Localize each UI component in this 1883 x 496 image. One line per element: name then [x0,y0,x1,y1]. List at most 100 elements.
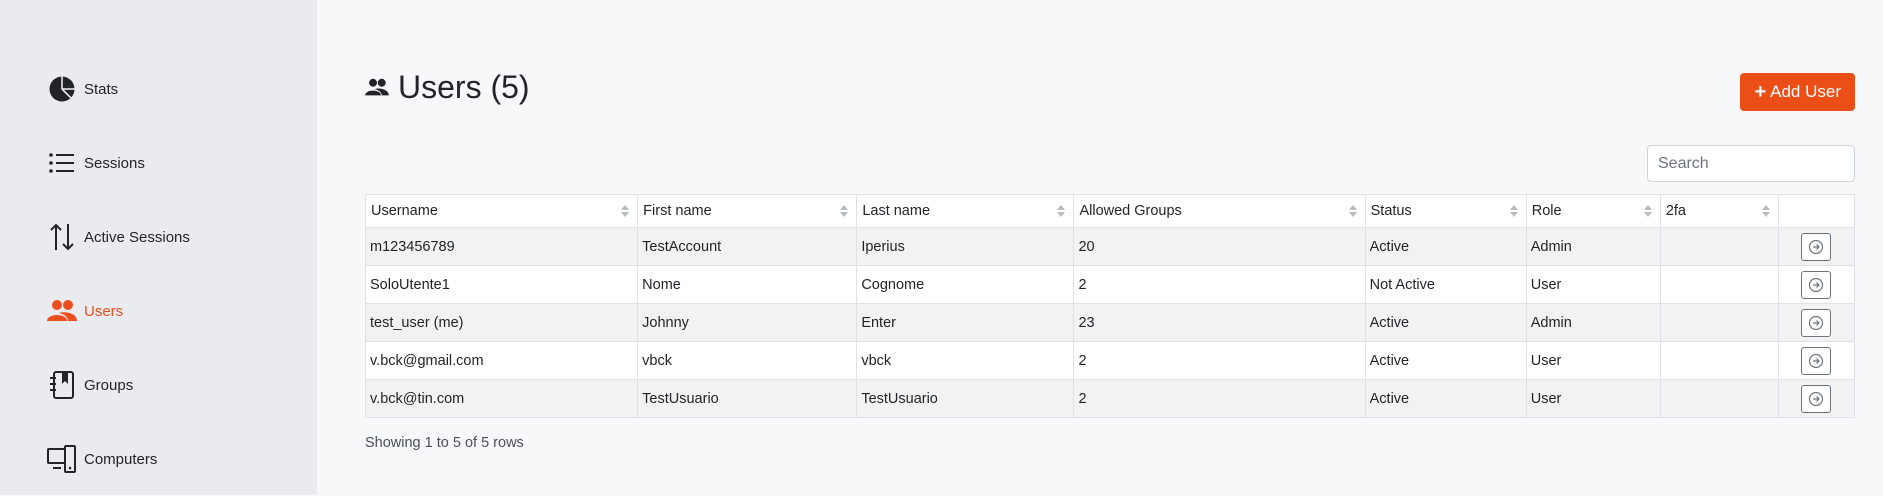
table-cell [1659,227,1779,266]
table-cell: m123456789 [364,227,639,266]
search-input[interactable] [1647,145,1855,182]
row-action-cell [1777,303,1856,342]
arrow-right-circle-icon [1809,391,1824,406]
table-cell: User [1525,341,1661,380]
arrow-right-circle-icon [1809,353,1824,368]
sort-icon [1057,205,1066,217]
table-body: m123456789 TestAccount Iperius 20 Active Admi… [364,227,1856,418]
column-header-label: Username [371,203,438,219]
row-action-cell [1777,265,1856,304]
sidebar-item-label: Stats [84,80,119,98]
add-user-button[interactable]: + Add User [1740,73,1855,111]
table-cell: 2 [1073,341,1366,380]
column-header[interactable]: Status [1364,194,1527,228]
column-header-label: Role [1531,203,1562,219]
table-cell [1659,265,1779,304]
table-cell: User [1525,265,1661,304]
sidebar-item-label: Sessions [84,154,145,172]
table-cell: Active [1364,379,1527,418]
table-cell: 23 [1073,303,1366,342]
table-cell: test_user (me) [364,303,639,342]
table-cell [1659,341,1779,380]
table-cell: Admin [1525,227,1661,266]
column-header [1777,194,1856,228]
table-cell: 20 [1073,227,1366,266]
column-header[interactable]: First name [637,194,858,228]
main-content: Users (5) + Add User Username First name L… [317,0,1883,495]
sort-icon [621,205,630,217]
sort-icon [1509,205,1518,217]
search-container [1647,145,1855,182]
table-cell: TestAccount [637,227,858,266]
table-row: SoloUtente1 Nome Cognome 2 Not Active User [364,265,1856,304]
table-cell: Active [1364,303,1527,342]
table-cell: v.bck@gmail.com [364,341,639,380]
table-row: v.bck@tin.com TestUsuario TestUsuario 2 Acti… [364,379,1856,418]
table-cell: TestUsuario [856,379,1075,418]
open-user-button[interactable] [1801,232,1832,261]
row-action-cell [1777,341,1856,380]
sidebar-item-label: Computers [84,450,158,468]
table-cell: Enter [856,303,1075,342]
sort-icon [1761,205,1770,217]
sidebar: Stats Sessions Active Sessions Users Gro… [0,0,317,495]
column-header[interactable]: Allowed Groups [1073,194,1366,228]
journal-bookmark-icon [47,370,77,400]
app: Stats Sessions Active Sessions Users Gro… [0,0,1883,495]
table-cell: v.bck@tin.com [364,379,639,418]
row-action-cell [1777,379,1856,418]
column-header[interactable]: Role [1525,194,1661,228]
sidebar-item-sessions[interactable]: Sessions [0,126,317,200]
sort-icon [1348,205,1357,217]
list-icon [47,148,77,178]
plus-icon: + [1754,81,1767,103]
table-header-row: Username First name Last name Allowed Group… [364,194,1856,228]
sidebar-item-active-sessions[interactable]: Active Sessions [0,200,317,274]
column-header[interactable]: 2fa [1659,194,1779,228]
open-user-button[interactable] [1801,270,1832,299]
column-header-label: First name [643,203,712,219]
sidebar-item-users[interactable]: Users [0,274,317,348]
column-header[interactable]: Last name [856,194,1075,228]
table-cell: SoloUtente1 [364,265,639,304]
column-header[interactable]: Username [364,194,639,228]
table-cell [1659,379,1779,418]
sort-icon [1643,205,1652,217]
page-title: Users (5) [365,69,530,106]
table-cell: 2 [1073,379,1366,418]
open-user-button[interactable] [1801,384,1832,413]
pagination-info: Showing 1 to 5 of 5 rows [365,435,524,451]
table-row: m123456789 TestAccount Iperius 20 Active Admi… [364,227,1856,266]
table-cell: Active [1364,227,1527,266]
users-table-container: Username First name Last name Allowed Group… [364,194,1856,418]
table-cell: Nome [637,265,858,304]
table-cell: Active [1364,341,1527,380]
column-header-label: 2fa [1665,203,1686,219]
table-cell: Cognome [856,265,1075,304]
users-icon [365,78,389,97]
table-cell: Johnny [637,303,858,342]
table-cell: Iperius [856,227,1075,266]
table-cell: vbck [856,341,1075,380]
devices-icon [47,444,77,474]
open-user-button[interactable] [1801,346,1832,375]
pie-chart-icon [47,74,77,104]
column-header-label: Status [1370,203,1412,219]
arrow-right-circle-icon [1809,277,1824,292]
sidebar-item-stats[interactable]: Stats [0,52,317,126]
table-row: test_user (me) Johnny Enter 23 Active Admin [364,303,1856,342]
sidebar-item-label: Groups [84,376,134,394]
page-title-text: Users (5) [398,69,530,105]
table-cell: vbck [637,341,858,380]
table-cell: User [1525,379,1661,418]
users-table: Username First name Last name Allowed Group… [364,194,1856,418]
open-user-button[interactable] [1801,308,1832,337]
table-cell: Not Active [1364,265,1527,304]
sidebar-item-groups[interactable]: Groups [0,348,317,422]
users-icon [47,296,77,326]
page-header: Users (5) + Add User [365,0,1855,111]
table-cell [1659,303,1779,342]
sidebar-item-computers[interactable]: Computers [0,422,317,496]
sidebar-item-label: Users [84,302,124,320]
row-action-cell [1777,227,1856,266]
